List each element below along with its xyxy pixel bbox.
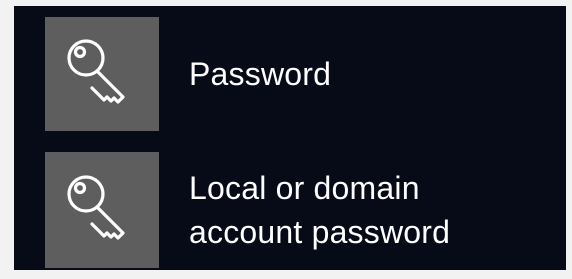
password-option-label-line: Password	[189, 56, 332, 92]
local-account-option-label-line-2: account password	[189, 214, 451, 250]
local-or-domain-account-password-option[interactable]: Local or domain account password	[45, 152, 545, 268]
password-option[interactable]: Password	[45, 17, 545, 131]
key-icon	[67, 175, 125, 240]
key-icon	[67, 39, 125, 104]
local-account-option-tile	[45, 152, 159, 268]
local-account-option-label: Local or domain account password	[189, 166, 450, 254]
local-account-option-label-line-1: Local or domain	[189, 170, 420, 206]
sign-in-options-panel: Password Local or domain account passwor…	[14, 6, 566, 270]
password-option-label: Password	[189, 52, 331, 96]
password-option-tile	[45, 17, 159, 131]
